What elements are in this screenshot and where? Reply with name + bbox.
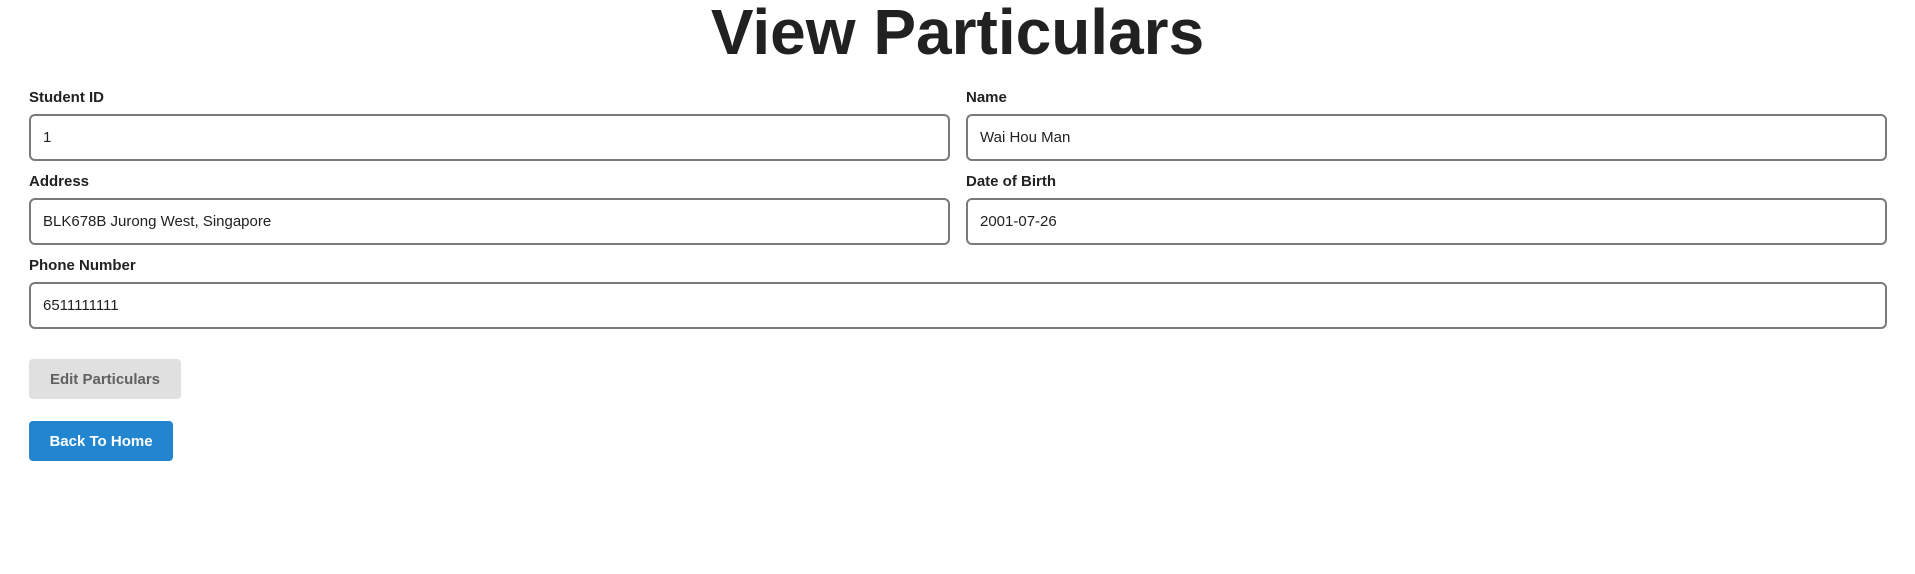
page-title: View Particulars (710, 0, 1205, 68)
name-field-group: Name (966, 88, 1887, 161)
particulars-form: Student ID Name Address Date of Birth Ph… (29, 88, 1887, 340)
phone-input[interactable] (29, 282, 1887, 329)
student-id-field-group: Student ID (29, 88, 950, 161)
student-id-input[interactable] (29, 114, 950, 161)
phone-field-group: Phone Number (29, 256, 1887, 329)
form-row: Student ID Name (29, 88, 1887, 161)
address-label: Address (29, 173, 90, 190)
form-row: Address Date of Birth (29, 172, 1887, 245)
form-row: Phone Number (29, 256, 1887, 329)
dob-input[interactable] (966, 198, 1887, 245)
student-id-label: Student ID (29, 89, 104, 106)
edit-particulars-button[interactable]: Edit Particulars (29, 359, 181, 399)
name-label: Name (966, 89, 1007, 106)
page: View Particulars Student ID Name Address… (0, 0, 1915, 574)
phone-label: Phone Number (29, 257, 136, 274)
dob-label: Date of Birth (966, 173, 1056, 190)
name-input[interactable] (966, 114, 1887, 161)
back-to-home-button[interactable]: Back To Home (29, 421, 173, 461)
address-input[interactable] (29, 198, 950, 245)
dob-field-group: Date of Birth (966, 172, 1887, 245)
address-field-group: Address (29, 172, 950, 245)
